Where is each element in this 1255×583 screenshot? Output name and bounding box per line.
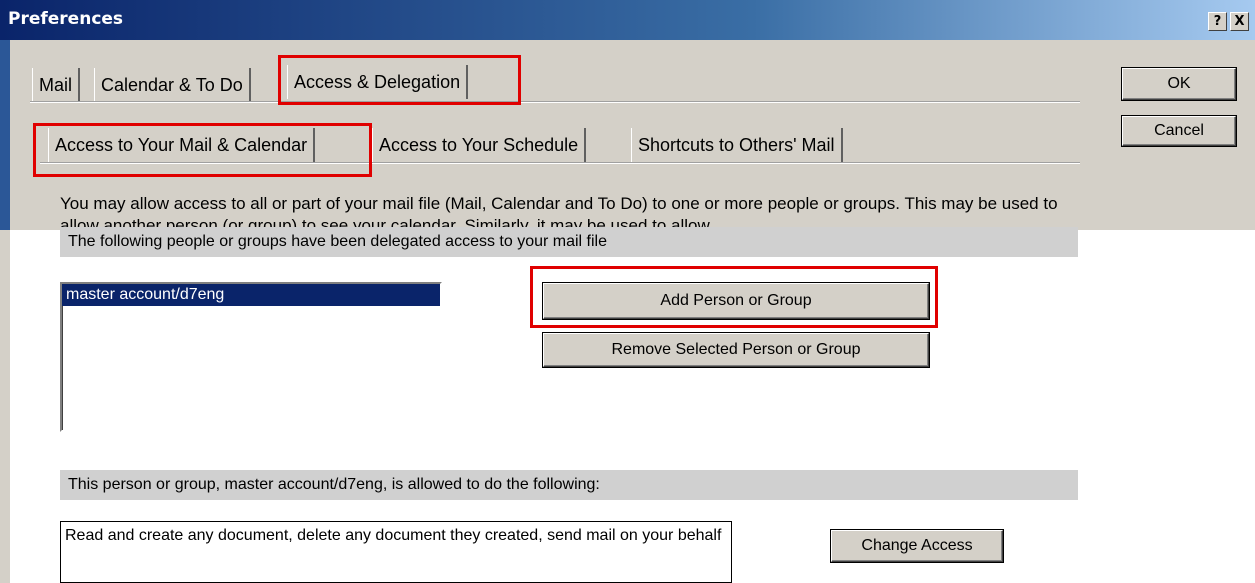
tab-shortcuts-others-mail[interactable]: Shortcuts to Others' Mail <box>631 128 843 162</box>
tab-access-schedule[interactable]: Access to Your Schedule <box>372 128 587 162</box>
cancel-button[interactable]: Cancel <box>1122 116 1236 146</box>
highlight-add-button <box>530 266 938 328</box>
highlight-access-delegation <box>278 55 521 105</box>
title-bar: Preferences ? X <box>0 0 1255 40</box>
tab-calendar-todo[interactable]: Calendar & To Do <box>94 68 251 102</box>
delegates-list[interactable]: master account/d7eng <box>60 282 442 432</box>
access-description: Read and create any document, delete any… <box>60 521 732 583</box>
list-item[interactable]: master account/d7eng <box>62 284 440 306</box>
highlight-mail-calendar-tab <box>33 123 372 177</box>
ok-button[interactable]: OK <box>1122 68 1236 100</box>
remove-person-button[interactable]: Remove Selected Person or Group <box>543 333 929 367</box>
window-left-edge <box>0 40 10 230</box>
tab-divider <box>30 101 1080 103</box>
delegated-header: The following people or groups have been… <box>60 227 1078 257</box>
help-icon[interactable]: ? <box>1208 12 1227 31</box>
close-icon[interactable]: X <box>1230 12 1249 31</box>
allowed-header: This person or group, master account/d7e… <box>60 470 1078 500</box>
change-access-button[interactable]: Change Access <box>831 530 1003 562</box>
tab-mail[interactable]: Mail <box>32 68 81 102</box>
window-title: Preferences <box>8 9 124 29</box>
description-text: You may allow access to all or part of y… <box>60 194 1058 229</box>
